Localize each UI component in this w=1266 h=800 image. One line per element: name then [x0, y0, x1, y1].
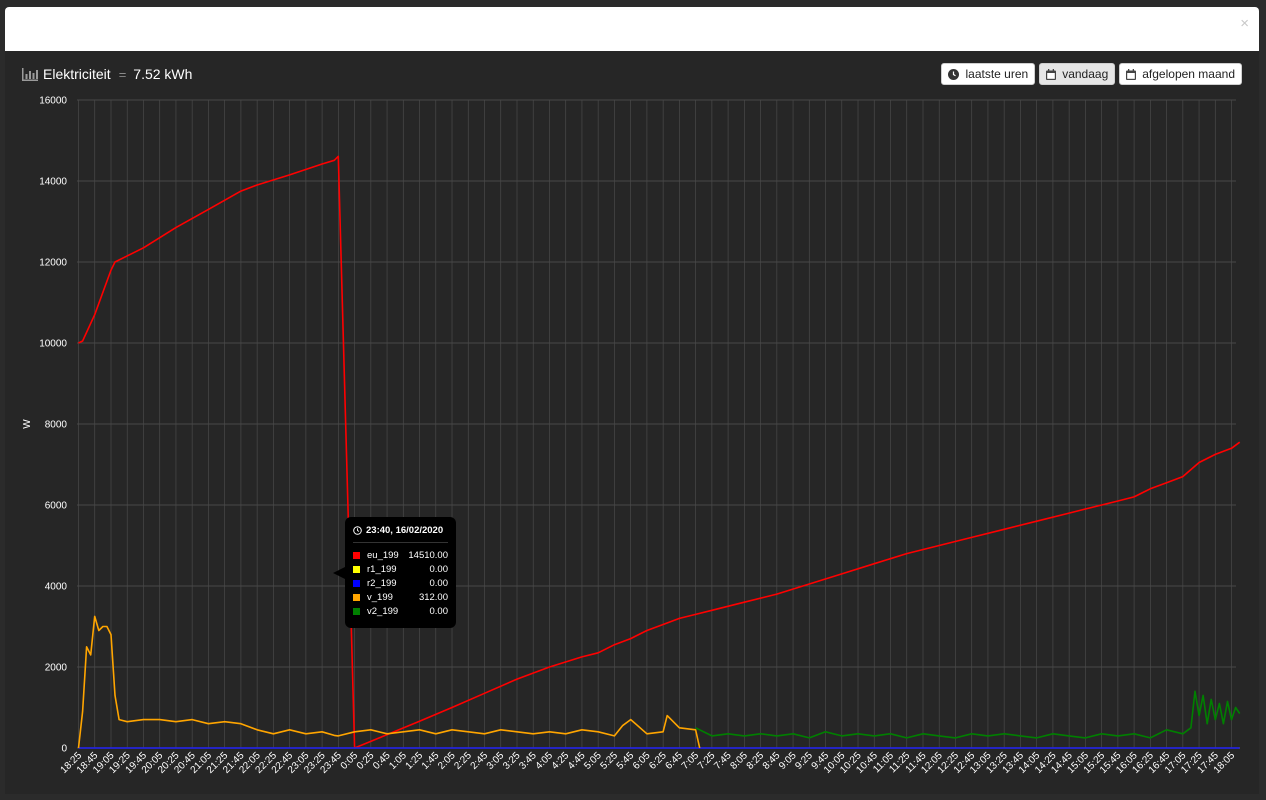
series-value: 14510.00 — [408, 549, 448, 561]
tooltip-row: eu_199 14510.00 — [353, 548, 448, 562]
series-value: 0.00 — [429, 577, 449, 589]
tooltip-header: 23:40, 16/02/2020 — [353, 525, 448, 543]
series-line-eu_199 — [78, 155, 1241, 749]
y-tick-label: 12000 — [39, 258, 67, 269]
chart-modal: × 0 2000 4000 6000 8000 10000 12000 14000 16000 1… — [5, 7, 1259, 794]
range-buttons: laatste uren vandaag afgelopen maand — [941, 63, 1242, 85]
calendar-icon — [1126, 68, 1137, 80]
y-tick-label: 6000 — [45, 501, 68, 512]
y-tick-label: 10000 — [39, 339, 67, 350]
chart-tooltip: 23:40, 16/02/2020 eu_199 14510.00 r1_199… — [345, 517, 456, 628]
series-value: 0.00 — [429, 605, 449, 617]
chart-panel: 0 2000 4000 6000 8000 10000 12000 14000 16000 18:… — [5, 51, 1259, 794]
series-line-v2_199 — [695, 690, 1241, 739]
chart-title: Elektriciteit — [43, 66, 111, 82]
y-tick-label: 16000 — [39, 96, 67, 107]
today-button[interactable]: vandaag — [1039, 63, 1116, 85]
series-value: 312.00 — [418, 591, 448, 603]
total-value: 7.52 kWh — [133, 66, 193, 82]
y-tick-label: 14000 — [39, 177, 67, 188]
y-tick-label: 0 — [61, 744, 67, 755]
tooltip-row: v2_199 0.00 — [353, 604, 448, 618]
tooltip-row: r1_199 0.00 — [353, 562, 448, 576]
tooltip-title: 23:40, 16/02/2020 — [366, 525, 444, 536]
y-tick-label: 8000 — [45, 420, 68, 431]
series-name: r1_199 — [367, 563, 397, 575]
last-hours-button[interactable]: laatste uren — [941, 63, 1036, 85]
tooltip-arrow — [333, 567, 345, 579]
series-name: r2_199 — [367, 577, 397, 589]
series-swatch — [353, 565, 360, 573]
tooltip-row: v_199 312.00 — [353, 590, 448, 604]
today-label: vandaag — [1062, 67, 1109, 81]
series-swatch — [353, 551, 360, 559]
last-month-label: afgelopen maand — [1142, 67, 1235, 81]
y-tick-label: 2000 — [45, 663, 68, 674]
series-swatch — [353, 579, 360, 587]
bar-chart-icon — [22, 67, 38, 81]
series-name: v_199 — [367, 591, 393, 603]
calendar-icon — [1046, 68, 1057, 80]
y-axis-label: W — [22, 419, 33, 429]
last-hours-label: laatste uren — [965, 67, 1029, 81]
chart-header: Elektriciteit = 7.52 kWh — [22, 65, 192, 83]
series-swatch — [353, 593, 360, 601]
series-name: v2_199 — [367, 605, 399, 617]
equals-sign: = — [118, 66, 127, 82]
clock-icon — [353, 526, 362, 535]
clock-icon — [948, 68, 960, 80]
series-line-v_199 — [77, 615, 701, 749]
y-tick-label: 4000 — [45, 582, 68, 593]
tooltip-row: r2_199 0.00 — [353, 576, 448, 590]
line-chart: 020004000600080001000012000140001600018:… — [22, 96, 1241, 776]
series-name: eu_199 — [367, 549, 399, 561]
close-icon[interactable]: × — [1240, 16, 1249, 31]
series-swatch — [353, 607, 360, 615]
series-value: 0.00 — [429, 563, 449, 575]
last-month-button[interactable]: afgelopen maand — [1119, 63, 1242, 85]
